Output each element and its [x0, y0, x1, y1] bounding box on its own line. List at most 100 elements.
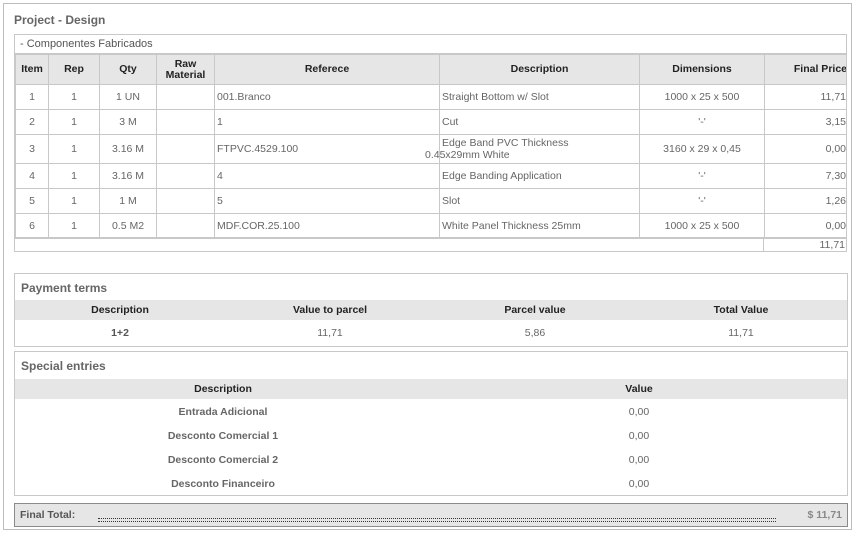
- cell-ref: FTPVC.4529.100: [214, 134, 440, 164]
- components-total-row: 11,71: [15, 237, 846, 251]
- final-total-value: $ 11,71: [807, 509, 842, 521]
- payment-row: 1+2 11,71 5,86 11,71: [15, 323, 847, 343]
- special-row: Desconto Financeiro 0,00: [15, 474, 847, 494]
- special-header-row: Description Value: [15, 379, 847, 399]
- cell-price: 0,00: [764, 134, 846, 164]
- col-reference: Referece: [214, 54, 440, 85]
- cell-desc: Straight Bottom w/ Slot: [439, 84, 640, 110]
- payment-description: 1+2: [111, 327, 129, 339]
- page-title: Project - Design: [14, 13, 106, 27]
- cell-dim: '-': [639, 109, 765, 135]
- special-entries-section: Special entries Description Value Entrad…: [14, 351, 848, 496]
- cell-rep: 1: [48, 134, 100, 164]
- payment-value-to-parcel: 11,71: [317, 327, 343, 339]
- final-total-leader: [98, 518, 776, 522]
- cell-ref: MDF.COR.25.100: [214, 213, 440, 239]
- final-total-bar: Final Total: $ 11,71: [14, 503, 848, 527]
- cell-desc-line1: Edge Band PVC Thickness: [442, 137, 569, 149]
- payment-col-parcel-value: Parcel value: [504, 304, 566, 316]
- cell-desc-line2: 0.45x29mm White: [425, 149, 510, 161]
- cell-rep: 1: [48, 109, 100, 135]
- cell-dim: 3160 x 29 x 0,45: [639, 134, 765, 164]
- col-item: Item: [15, 54, 49, 85]
- table-row: 3 1 3.16 M FTPVC.4529.100 Edge Band PVC …: [15, 134, 846, 164]
- special-description: Desconto Comercial 1: [167, 430, 279, 442]
- payment-terms-section: Payment terms Description Value to parce…: [14, 273, 848, 347]
- cell-rep: 1: [48, 84, 100, 110]
- table-row: 1 1 1 UN 001.Branco Straight Bottom w/ S…: [15, 84, 846, 110]
- cell-item: 2: [15, 109, 49, 135]
- components-header[interactable]: - Componentes Fabricados: [15, 35, 846, 54]
- cell-qty: 1 M: [99, 188, 157, 214]
- cell-item: 4: [15, 163, 49, 189]
- payment-parcel-value: 5,86: [524, 327, 546, 339]
- cell-dim: '-': [639, 163, 765, 189]
- cell-ref: 5: [214, 188, 440, 214]
- project-panel: Project - Design - Componentes Fabricado…: [3, 3, 852, 530]
- col-raw-material: Raw Material: [156, 54, 215, 85]
- components-section: - Componentes Fabricados Item Rep Qty Ra…: [14, 34, 847, 252]
- cell-raw: [156, 109, 215, 135]
- cell-rep: 1: [48, 213, 100, 239]
- cell-raw: [156, 84, 215, 110]
- special-value: 0,00: [628, 454, 650, 466]
- cell-qty: 3.16 M: [99, 134, 157, 164]
- special-col-description: Description: [194, 383, 252, 395]
- cell-item: 1: [15, 84, 49, 110]
- cell-dim: 1000 x 25 x 500: [639, 84, 765, 110]
- cell-rep: 1: [48, 163, 100, 189]
- cell-desc: Cut: [439, 109, 640, 135]
- payment-total-value: 11,71: [728, 327, 754, 339]
- col-dimensions: Dimensions: [639, 54, 765, 85]
- cell-ref: 4: [214, 163, 440, 189]
- cell-qty: 1 UN: [99, 84, 157, 110]
- cell-ref: 1: [214, 109, 440, 135]
- special-row: Desconto Comercial 1 0,00: [15, 426, 847, 446]
- cell-raw: [156, 213, 215, 239]
- components-total-divider: [15, 237, 764, 238]
- cell-item: 3: [15, 134, 49, 164]
- col-final-price: Final Price: [764, 54, 846, 85]
- cell-rep: 1: [48, 188, 100, 214]
- col-qty: Qty: [99, 54, 157, 85]
- components-header-row: Item Rep Qty Raw Material Referece Descr…: [15, 54, 846, 85]
- cell-price: 1,26: [764, 188, 846, 214]
- table-row: 2 1 3 M 1 Cut '-' 3,15: [15, 109, 846, 135]
- cell-price: 11,71: [764, 84, 846, 110]
- cell-desc: White Panel Thickness 25mm: [439, 213, 640, 239]
- special-row: Entrada Adicional 0,00: [15, 402, 847, 422]
- cell-price: 3,15: [764, 109, 846, 135]
- table-row: 6 1 0.5 M2 MDF.COR.25.100 White Panel Th…: [15, 213, 846, 239]
- payment-col-total-value: Total Value: [713, 304, 769, 316]
- payment-terms-title: Payment terms: [21, 281, 108, 295]
- cell-price: 0,00: [764, 213, 846, 239]
- table-row: 4 1 3.16 M 4 Edge Banding Application '-…: [15, 163, 846, 189]
- cell-qty: 0.5 M2: [99, 213, 157, 239]
- cell-item: 5: [15, 188, 49, 214]
- cell-raw: [156, 188, 215, 214]
- special-value: 0,00: [628, 406, 650, 418]
- special-col-value: Value: [625, 383, 653, 395]
- cell-qty: 3.16 M: [99, 163, 157, 189]
- cell-price: 7,30: [764, 163, 846, 189]
- final-total-label: Final Total:: [20, 509, 76, 521]
- special-description: Desconto Comercial 2: [167, 454, 279, 466]
- cell-qty: 3 M: [99, 109, 157, 135]
- table-row: 5 1 1 M 5 Slot '-' 1,26: [15, 188, 846, 214]
- cell-desc: Slot: [439, 188, 640, 214]
- cell-item: 6: [15, 213, 49, 239]
- special-value: 0,00: [628, 430, 650, 442]
- cell-dim: 1000 x 25 x 500: [639, 213, 765, 239]
- cell-desc: Edge Band PVC Thickness 0.45x29mm White: [425, 134, 640, 164]
- payment-col-value-to-parcel: Value to parcel: [292, 304, 368, 316]
- col-rep: Rep: [48, 54, 100, 85]
- special-description: Desconto Financeiro: [171, 478, 275, 490]
- cell-raw: [156, 134, 215, 164]
- components-table: Item Rep Qty Raw Material Referece Descr…: [15, 54, 846, 239]
- cell-raw: [156, 163, 215, 189]
- cell-desc: Edge Banding Application: [439, 163, 640, 189]
- components-total: 11,71: [763, 237, 846, 251]
- cell-dim: '-': [639, 188, 765, 214]
- payment-col-description: Description: [91, 304, 149, 316]
- payment-header-row: Description Value to parcel Parcel value…: [15, 300, 847, 320]
